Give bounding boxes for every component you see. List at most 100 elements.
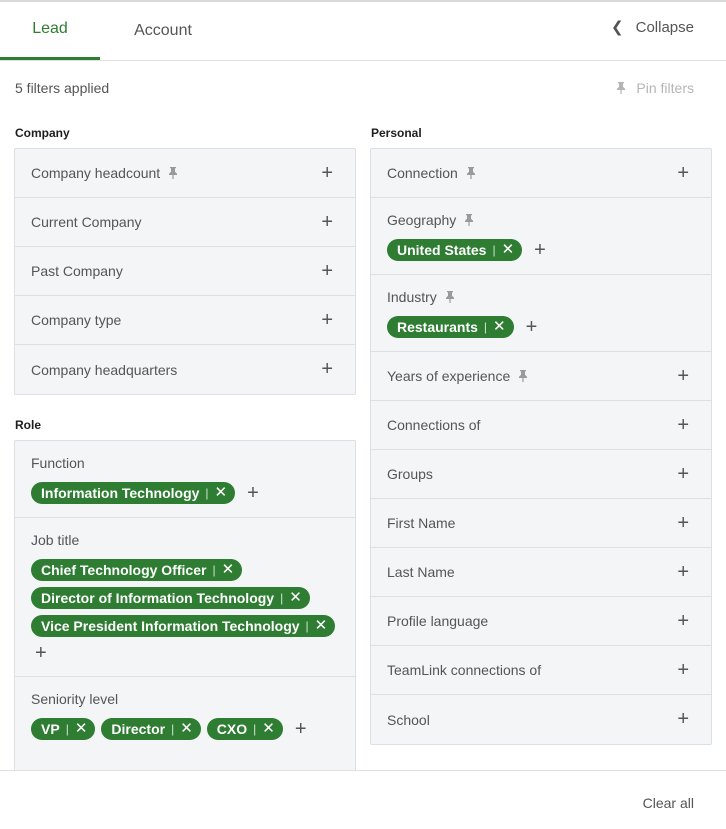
plus-icon[interactable]: +: [677, 709, 689, 729]
filter-label: School: [387, 711, 430, 728]
filter-label: Job title: [31, 532, 80, 548]
close-icon[interactable]: ✕: [493, 319, 506, 334]
filter-chip[interactable]: Vice President Information Technology | ✕: [31, 615, 336, 637]
tab-bar: Lead Account ❮ Collapse: [0, 0, 726, 61]
plus-icon[interactable]: +: [295, 719, 307, 739]
footer-bar: Clear all: [0, 770, 726, 829]
close-icon[interactable]: ✕: [215, 485, 228, 500]
pin-icon[interactable]: [466, 167, 476, 179]
filter-label: Past Company: [31, 263, 123, 279]
filter-label: First Name: [387, 515, 456, 531]
filters-applied-count: 5 filters applied: [15, 80, 110, 96]
filter-label: Profile language: [387, 613, 489, 629]
filter-chip[interactable]: CXO | ✕: [206, 718, 283, 740]
plus-icon[interactable]: +: [677, 562, 689, 582]
pin-filters-button[interactable]: Pin filters: [616, 80, 694, 96]
pin-icon: [616, 82, 626, 94]
filter-last-name[interactable]: Last Name +: [371, 548, 711, 597]
plus-icon[interactable]: +: [677, 660, 689, 680]
tab-lead[interactable]: Lead: [0, 0, 100, 60]
filter-company-headquarters[interactable]: Company headquarters +: [15, 345, 355, 394]
chip-label: VP: [41, 721, 60, 737]
filter-chip[interactable]: VP | ✕: [31, 718, 96, 740]
filter-geography: Geography United States | ✕ +: [371, 198, 711, 275]
filter-function: Function Information Technology | ✕ +: [15, 441, 355, 518]
collapse-button[interactable]: ❮ Collapse: [611, 18, 694, 37]
plus-icon[interactable]: +: [247, 483, 259, 503]
chip-label: Vice President Information Technology: [41, 618, 300, 634]
filter-current-company[interactable]: Current Company +: [15, 198, 355, 247]
plus-icon[interactable]: +: [321, 212, 333, 232]
chip-label: Director: [111, 721, 166, 737]
plus-icon[interactable]: +: [677, 415, 689, 435]
filter-chip[interactable]: United States | ✕: [387, 239, 523, 261]
filter-teamlink-connections[interactable]: TeamLink connections of +: [371, 646, 711, 695]
filter-chip[interactable]: Information Technology | ✕: [31, 482, 236, 504]
close-icon[interactable]: ✕: [289, 590, 302, 605]
close-icon[interactable]: ✕: [315, 618, 328, 633]
plus-icon[interactable]: +: [35, 643, 47, 663]
pin-icon[interactable]: [464, 214, 474, 226]
section-personal: Personal: [371, 126, 422, 140]
filter-label: Company type: [31, 312, 122, 328]
chip-label: CXO: [216, 721, 248, 737]
close-icon[interactable]: ✕: [75, 721, 88, 736]
filter-label: Function: [31, 455, 85, 471]
tab-account[interactable]: Account: [110, 0, 216, 61]
chip-label: United States: [397, 242, 487, 258]
pin-icon[interactable]: [168, 167, 178, 179]
chip-label: Director of Information Technology: [41, 590, 275, 606]
plus-icon[interactable]: +: [526, 317, 538, 337]
filter-chip[interactable]: Chief Technology Officer | ✕: [31, 559, 243, 581]
plus-icon[interactable]: +: [321, 359, 333, 379]
collapse-label: Collapse: [635, 18, 694, 36]
filter-label: Seniority level: [31, 691, 119, 707]
filter-chip[interactable]: Director | ✕: [101, 718, 201, 740]
pin-filters-label: Pin filters: [636, 80, 694, 96]
filter-label: TeamLink connections of: [387, 662, 542, 678]
filter-seniority-level: Seniority level VP | ✕ Director | ✕ CXO | ✕ +: [15, 677, 355, 753]
plus-icon[interactable]: +: [677, 366, 689, 386]
filter-years-of-experience[interactable]: Years of experience +: [371, 352, 711, 401]
filter-label: Groups: [387, 466, 433, 482]
plus-icon[interactable]: +: [321, 310, 333, 330]
filter-company-headcount[interactable]: Company headcount +: [15, 149, 355, 198]
filter-first-name[interactable]: First Name +: [371, 499, 711, 548]
clear-all-button[interactable]: Clear all: [643, 795, 694, 811]
filter-school[interactable]: School +: [371, 695, 711, 744]
personal-filter-panel: Connection + Geography United States | ✕ +…: [370, 148, 712, 745]
plus-icon[interactable]: +: [534, 240, 546, 260]
close-icon[interactable]: ✕: [502, 242, 515, 257]
filter-job-title: Job title Chief Technology Officer | ✕ Dir…: [15, 518, 355, 677]
plus-icon[interactable]: +: [677, 513, 689, 533]
filter-label: Last Name: [387, 564, 455, 580]
close-icon[interactable]: ✕: [222, 562, 235, 577]
plus-icon[interactable]: +: [677, 163, 689, 183]
pin-icon[interactable]: [445, 291, 455, 303]
filter-company-type[interactable]: Company type +: [15, 296, 355, 345]
chip-label: Information Technology: [41, 485, 200, 501]
plus-icon[interactable]: +: [321, 261, 333, 281]
filter-industry: Industry Restaurants | ✕ +: [371, 275, 711, 352]
close-icon[interactable]: ✕: [262, 721, 275, 736]
filter-connections-of[interactable]: Connections of +: [371, 401, 711, 450]
filter-past-company[interactable]: Past Company +: [15, 247, 355, 296]
filter-chip[interactable]: Restaurants | ✕: [387, 316, 514, 338]
filter-label: Connections of: [387, 417, 481, 433]
plus-icon[interactable]: +: [677, 464, 689, 484]
close-icon[interactable]: ✕: [180, 721, 193, 736]
plus-icon[interactable]: +: [677, 611, 689, 631]
pin-icon[interactable]: [518, 370, 528, 382]
filter-profile-language[interactable]: Profile language +: [371, 597, 711, 646]
section-company: Company: [15, 126, 70, 140]
filter-label: Years of experience: [387, 368, 511, 384]
filter-label: Company headcount: [31, 165, 161, 181]
filter-groups[interactable]: Groups +: [371, 450, 711, 499]
plus-icon[interactable]: +: [321, 163, 333, 183]
section-role: Role: [15, 418, 42, 432]
filter-chip[interactable]: Director of Information Technology | ✕: [31, 587, 310, 609]
chip-label: Restaurants: [397, 319, 478, 335]
company-filter-panel: Company headcount + Current Company + Pa…: [14, 148, 356, 395]
filter-connection[interactable]: Connection +: [371, 149, 711, 198]
filter-label: Company headquarters: [31, 361, 178, 378]
